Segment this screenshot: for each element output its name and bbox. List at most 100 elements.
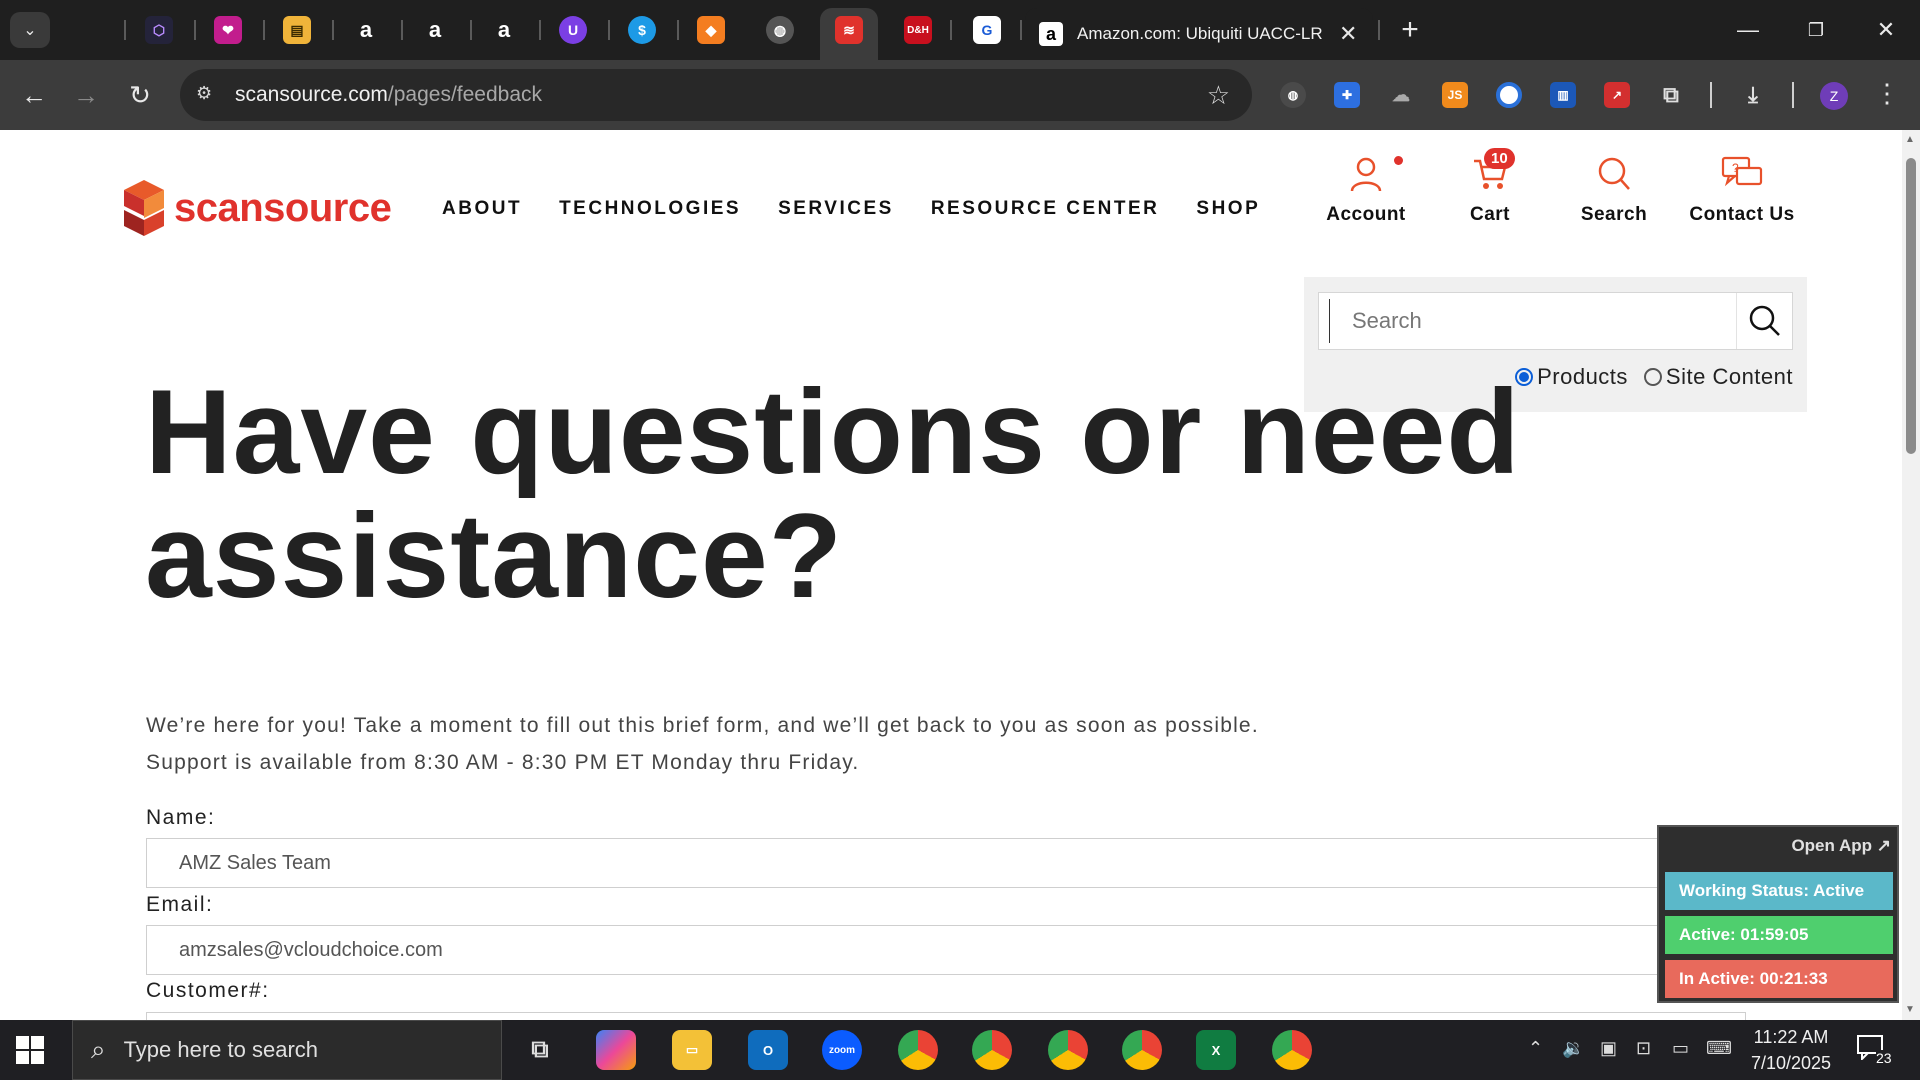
profile-avatar[interactable]: Z	[1820, 82, 1848, 110]
scroll-down-arrow-icon[interactable]: ▼	[1905, 1004, 1915, 1015]
file-explorer-icon[interactable]: ▭	[672, 1030, 712, 1070]
chrome-icon[interactable]	[1122, 1030, 1162, 1070]
open-app-link[interactable]: Open App ↗	[1791, 836, 1891, 856]
search-icon: ⌕	[91, 1034, 106, 1064]
task-view-icon[interactable]: ⧉	[520, 1030, 560, 1070]
box-icon[interactable]: ▤	[283, 16, 311, 44]
cart-link[interactable]: 10 Cart	[1430, 148, 1550, 226]
new-tab-button[interactable]: +	[1392, 12, 1428, 48]
site-content-radio-label[interactable]: Site Content	[1666, 364, 1793, 390]
nav-technologies[interactable]: TECHNOLOGIES	[559, 198, 741, 220]
tab-separator	[332, 20, 334, 40]
site-content-radio[interactable]	[1643, 368, 1662, 386]
magnifier-icon	[1749, 305, 1780, 336]
nav-services[interactable]: SERVICES	[778, 198, 894, 220]
notification-count: 23	[1876, 1050, 1892, 1066]
network-icon[interactable]: ⌨	[1706, 1038, 1732, 1059]
restore-button[interactable]: ❐	[1792, 10, 1840, 50]
products-radio-label[interactable]: Products	[1537, 364, 1628, 390]
url-host: scansource.com	[235, 83, 388, 106]
site-settings-icon[interactable]: ⚙	[196, 83, 220, 107]
tab-search-button[interactable]: ⌄	[10, 12, 50, 48]
copilot-icon[interactable]	[596, 1030, 636, 1070]
dollar-icon[interactable]: $	[628, 16, 656, 44]
chrome-profile-icon[interactable]	[898, 1030, 938, 1070]
cart-label: Cart	[1469, 204, 1510, 225]
forward-button[interactable]: →	[66, 75, 106, 115]
scansource-icon[interactable]: ≋	[835, 16, 863, 44]
reload-button[interactable]: ↻	[120, 75, 160, 115]
window-close-button[interactable]: ✕	[1862, 10, 1910, 50]
taskbar-search-box[interactable]: ⌕ Type here to search	[72, 1020, 502, 1080]
close-tab-icon[interactable]: ✕	[1339, 21, 1357, 47]
package-icon[interactable]: ◆	[697, 16, 725, 44]
search-scope-options: Products Site Content	[1515, 364, 1793, 390]
email-field[interactable]	[146, 925, 1746, 975]
excel-icon[interactable]: X	[1196, 1030, 1236, 1070]
volume-icon[interactable]: 🔉	[1562, 1038, 1584, 1059]
extensions-puzzle-icon[interactable]: ⧉	[1658, 82, 1684, 108]
browser-toolbar: ← → ↻ ⚙ scansource.com/pages/feedback ☆ …	[0, 60, 1920, 130]
heart-icon[interactable]: ❤	[214, 16, 242, 44]
windows-start-icon[interactable]	[14, 1034, 46, 1066]
minimize-button[interactable]: —	[1724, 10, 1772, 50]
user-icon	[1306, 150, 1426, 198]
page-scrollbar[interactable]: ▲ ▼	[1902, 130, 1920, 1020]
cloud-extension-icon[interactable]: ☁	[1388, 82, 1414, 108]
nav-shop[interactable]: SHOP	[1196, 198, 1260, 220]
nav-resource-center[interactable]: RESOURCE CENTER	[931, 198, 1160, 220]
chrome-profile-icon[interactable]	[972, 1030, 1012, 1070]
tab-separator	[1020, 20, 1022, 40]
search-link[interactable]: Search	[1554, 150, 1674, 226]
intro-text: We’re here for you! Take a moment to fil…	[146, 707, 1259, 781]
js-extension-icon[interactable]: JS	[1442, 82, 1468, 108]
show-hidden-icons[interactable]: ⌃	[1528, 1038, 1543, 1059]
page-title: Have questions or need assistance?	[145, 365, 1521, 623]
notification-center-icon[interactable]: 23	[1856, 1034, 1896, 1070]
active-tab[interactable]: a Amazon.com: Ubiquiti UACC-LR ✕	[1025, 8, 1373, 60]
address-bar[interactable]: ⚙ scansource.com/pages/feedback ☆	[180, 69, 1252, 121]
g-icon[interactable]: G	[973, 16, 1001, 44]
meet-icon[interactable]: ▣	[1600, 1038, 1617, 1059]
search-submit-button[interactable]	[1736, 293, 1792, 349]
zoom-icon[interactable]: zoom	[822, 1030, 862, 1070]
chrome-profile-icon[interactable]	[1048, 1030, 1088, 1070]
globe-icon[interactable]: ◍	[766, 16, 794, 44]
contact-us-link[interactable]: ? Contact Us	[1682, 150, 1802, 226]
cart-count-badge: 10	[1484, 148, 1515, 169]
scrollbar-thumb[interactable]	[1906, 158, 1916, 454]
url-text[interactable]: scansource.com/pages/feedback	[235, 83, 542, 107]
scroll-up-arrow-icon[interactable]: ▲	[1905, 134, 1915, 145]
chart-extension-icon[interactable]: ▥	[1550, 82, 1576, 108]
bookmark-star-icon[interactable]: ☆	[1207, 80, 1230, 111]
plus-extension-icon[interactable]: ✚	[1334, 82, 1360, 108]
amazon-icon[interactable]: a	[490, 16, 518, 44]
amazon-icon[interactable]: a	[352, 16, 380, 44]
screen-record-icon[interactable]: ⊡	[1636, 1038, 1651, 1059]
chrome-active-icon[interactable]	[1272, 1030, 1312, 1070]
dh-icon[interactable]: D&H	[904, 16, 932, 44]
back-button[interactable]: ←	[14, 75, 54, 115]
arrow-extension-icon[interactable]: ↗	[1604, 82, 1630, 108]
tab-separator	[608, 20, 610, 40]
name-field[interactable]	[146, 838, 1746, 888]
tab-separator	[194, 20, 196, 40]
battery-icon[interactable]: ▭	[1672, 1038, 1689, 1059]
outlook-icon[interactable]: O	[748, 1030, 788, 1070]
tab-separator	[470, 20, 472, 40]
nav-about[interactable]: ABOUT	[442, 198, 522, 220]
amazon-icon[interactable]: a	[421, 16, 449, 44]
scansource-logo[interactable]: scansource	[120, 180, 392, 236]
site-search-input[interactable]	[1329, 299, 1729, 343]
circle-extension-icon[interactable]	[1496, 82, 1522, 108]
system-clock[interactable]: 11:22 AM 7/10/2025	[1736, 1024, 1846, 1076]
u-icon[interactable]: U	[559, 16, 587, 44]
browser-menu-icon[interactable]: ⋮	[1874, 78, 1900, 109]
windows-taskbar: ⌕ Type here to search ⧉ ▭ O zoom X ⌃ 🔉 ▣…	[0, 1020, 1920, 1080]
cube-icon[interactable]: ⬡	[145, 16, 173, 44]
customer-number-field[interactable]	[146, 1012, 1746, 1020]
account-link[interactable]: Account	[1306, 150, 1426, 226]
amazon-icon: a	[1039, 22, 1063, 46]
download-icon[interactable]: ⤓	[1740, 82, 1766, 108]
globe-extension-icon[interactable]: ◍	[1280, 82, 1306, 108]
